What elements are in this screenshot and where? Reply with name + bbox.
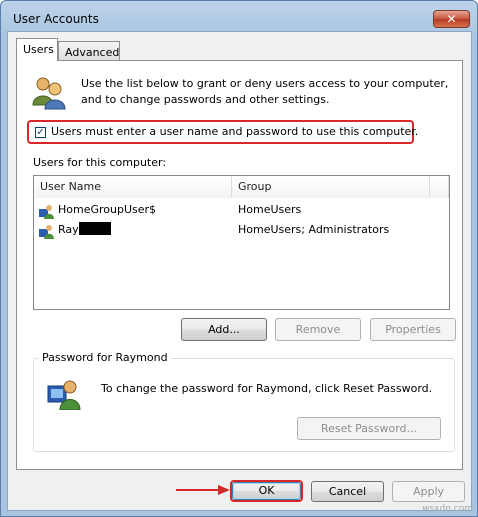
column-header-filler — [430, 176, 449, 198]
users-tab-panel: Use the list below to grant or deny user… — [16, 60, 463, 470]
group-cell: HomeUsers — [238, 203, 302, 216]
ok-button[interactable]: OK — [232, 482, 301, 500]
add-button[interactable]: Add... — [181, 318, 267, 341]
redaction-bar — [78, 222, 111, 235]
arrow-annotation-icon — [176, 485, 230, 495]
user-name-text: Ray — [58, 223, 79, 236]
password-group-title: Password for Raymond — [39, 351, 171, 364]
users-list-label: Users for this computer: — [33, 156, 167, 169]
users-icon — [32, 77, 66, 110]
remove-button[interactable]: Remove — [275, 318, 361, 341]
intro-text: Use the list below to grant or deny user… — [81, 76, 448, 108]
reset-password-button[interactable]: Reset Password... — [297, 417, 441, 440]
group-cell: HomeUsers; Administrators — [238, 223, 390, 236]
user-password-icon — [47, 380, 81, 410]
require-password-label[interactable]: Users must enter a user name and passwor… — [51, 125, 418, 138]
user-icon — [39, 225, 54, 239]
table-row[interactable]: HomeGroupUser$ HomeUsers — [34, 200, 449, 220]
close-button[interactable]: ✕ — [433, 10, 470, 28]
column-header-group[interactable]: Group — [232, 176, 430, 198]
properties-button[interactable]: Properties — [370, 318, 456, 341]
users-listview[interactable]: User Name Group HomeGroupUser$ HomeUsers… — [33, 175, 450, 310]
user-name-cell: Ray — [58, 220, 111, 240]
password-group-text: To change the password for Raymond, clic… — [101, 382, 433, 395]
column-header-user-name[interactable]: User Name — [34, 176, 232, 198]
user-accounts-window: User Accounts ✕ Users Advanced Use the l… — [0, 0, 478, 517]
user-name-cell: HomeGroupUser$ — [58, 203, 157, 216]
dialog-client-area: Users Advanced Use the list below to gra… — [7, 31, 472, 511]
watermark: wsxdn.com — [422, 504, 473, 514]
window-title: User Accounts — [13, 12, 99, 26]
user-icon — [39, 205, 54, 219]
require-password-checkbox[interactable]: ✓ — [35, 127, 46, 138]
cancel-button[interactable]: Cancel — [311, 481, 384, 502]
tab-users[interactable]: Users — [16, 38, 58, 61]
intro-text-line1: Use the list below to grant or deny user… — [81, 77, 449, 90]
apply-button[interactable]: Apply — [392, 481, 465, 502]
tab-advanced[interactable]: Advanced — [58, 41, 120, 61]
title-bar[interactable]: User Accounts ✕ — [1, 1, 477, 31]
table-row[interactable]: Ray HomeUsers; Administrators — [34, 220, 449, 240]
intro-text-line2: and to change passwords and other settin… — [81, 93, 330, 106]
